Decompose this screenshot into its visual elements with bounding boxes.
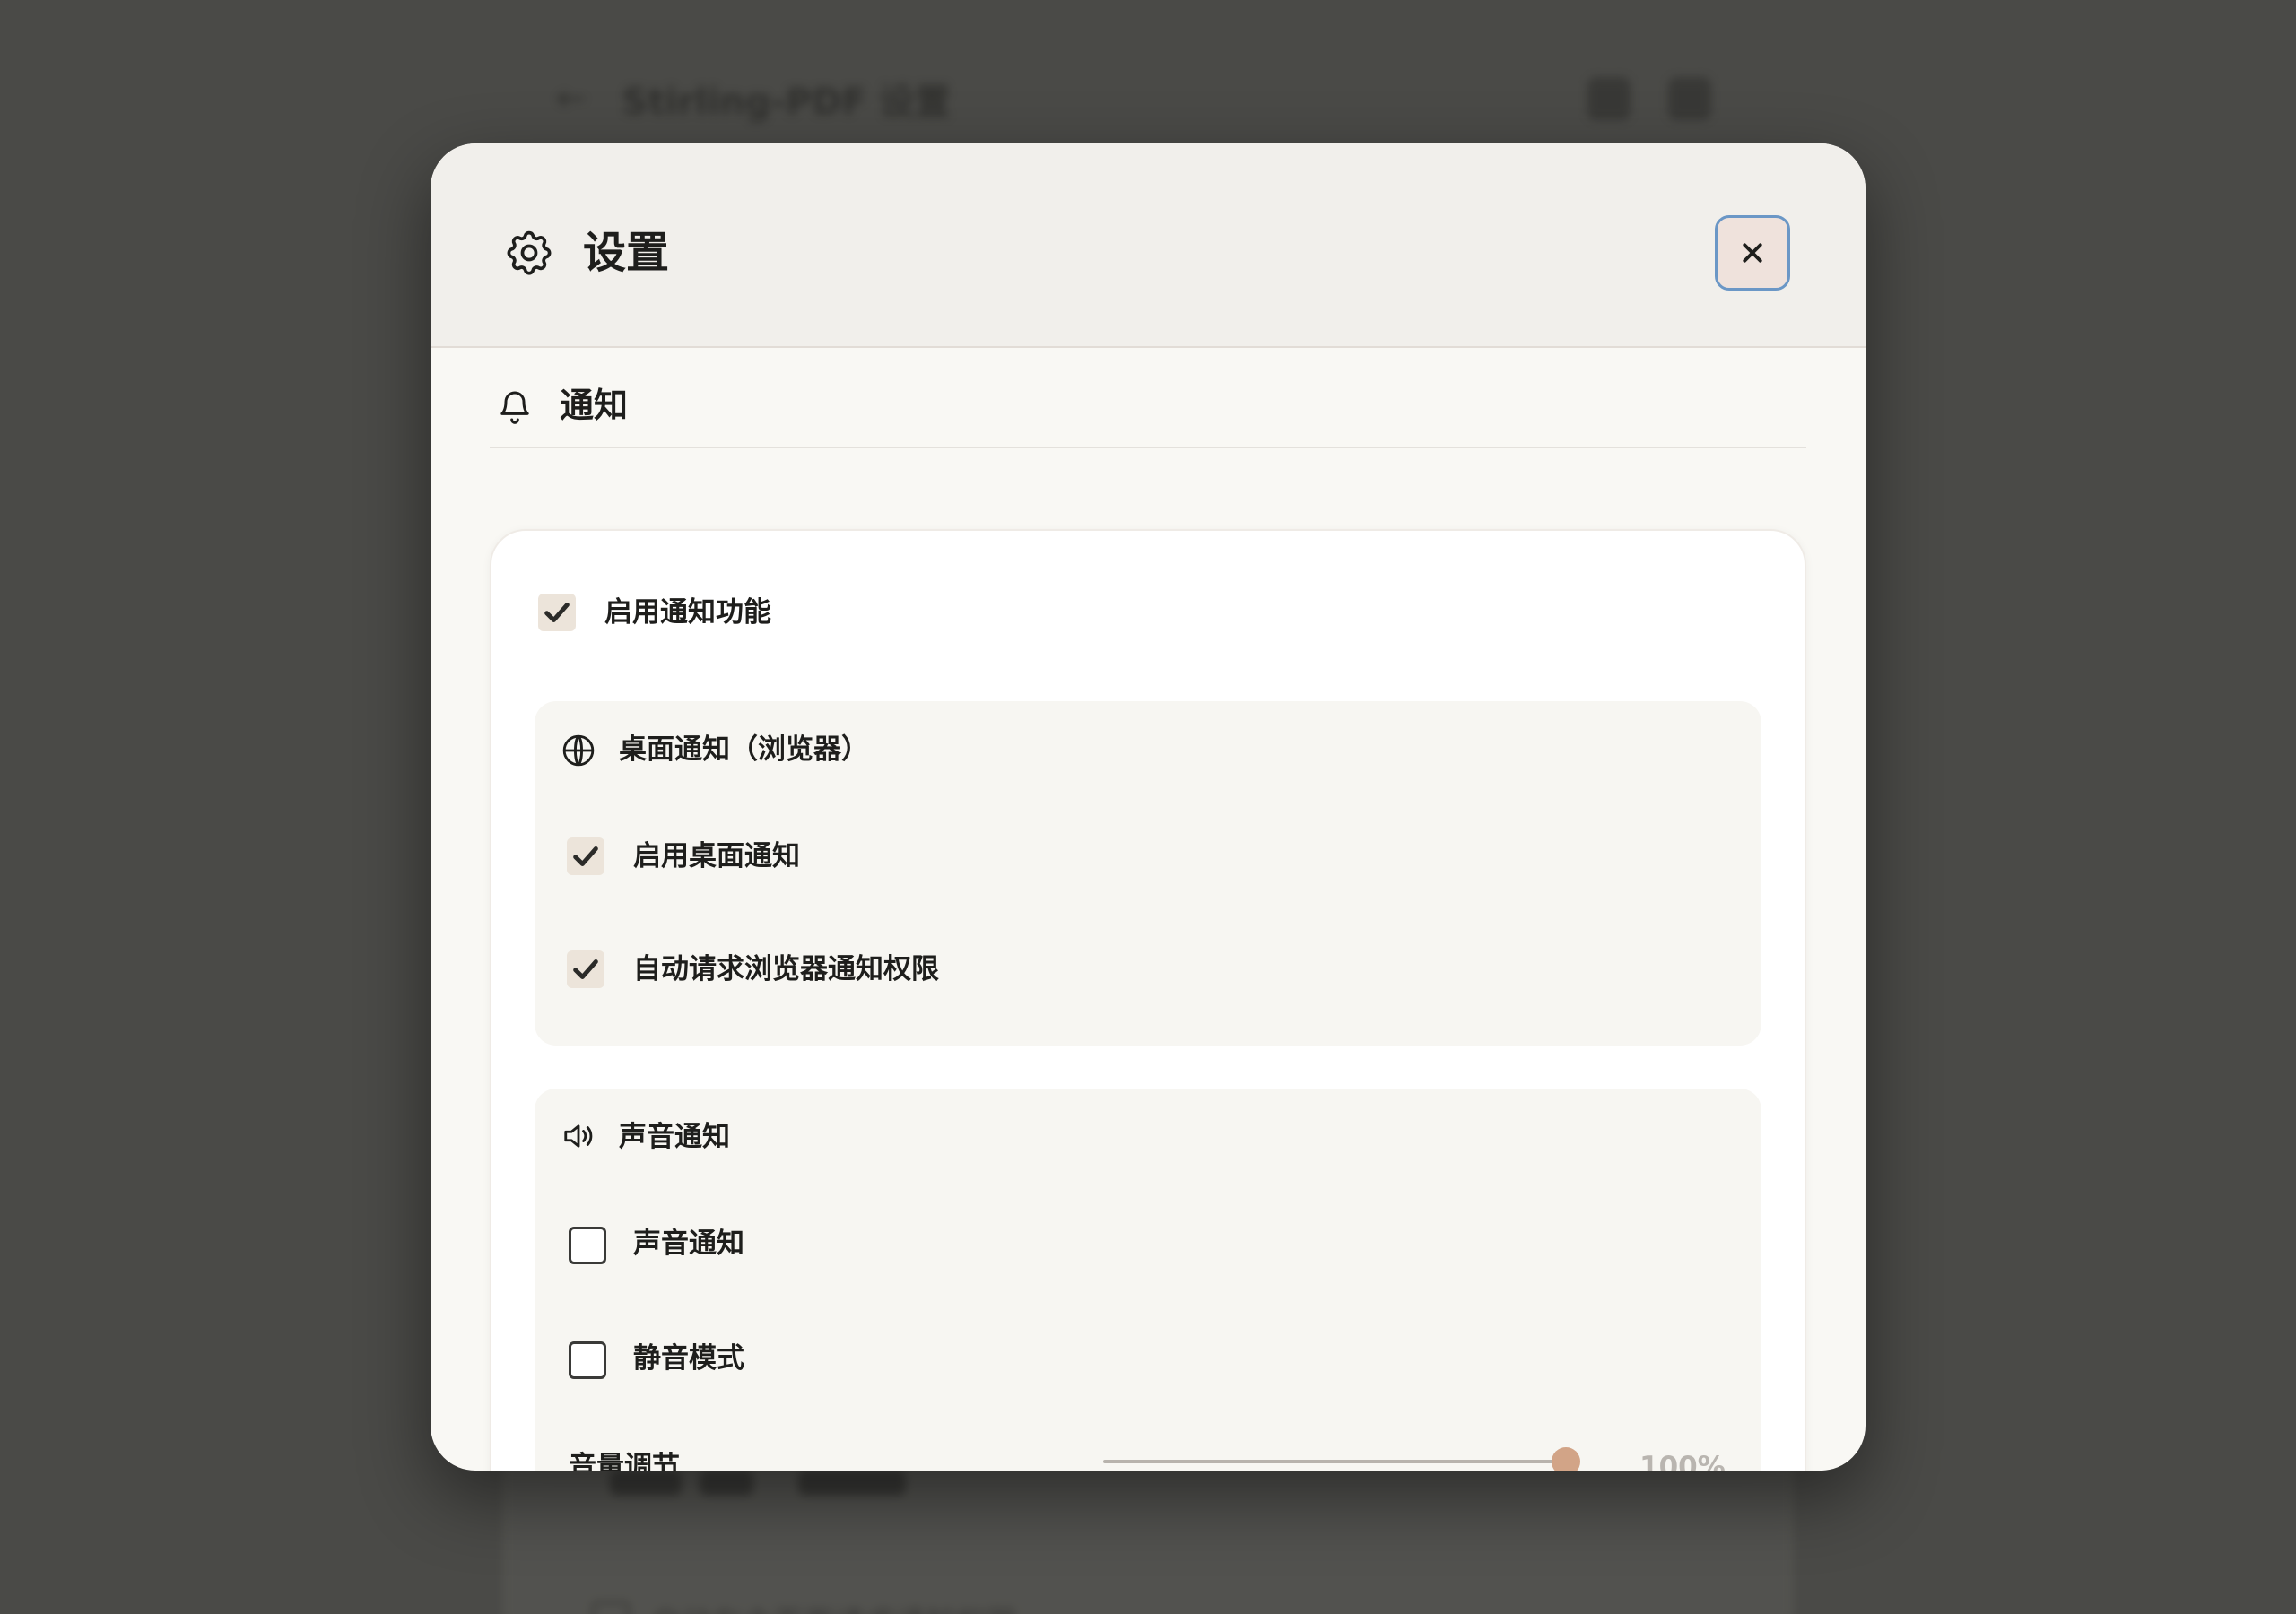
gear-icon	[507, 230, 552, 275]
section-title: 通知	[560, 386, 629, 425]
bell-icon	[500, 391, 529, 424]
volume-slider-thumb[interactable]	[1552, 1447, 1580, 1471]
background-checkbox	[592, 1601, 630, 1614]
sound-notifications-title: 声音通知	[619, 1121, 730, 1153]
notifications-card: 启用通知功能 桌面通知（浏览器） 启用桌面通知 自动请求浏览器通知权限 声音通知	[490, 529, 1806, 1471]
settings-modal: 设置 通知 启用通知功能 桌面通知（浏览器） 启用桌面通知 自动请求浏览器通知权…	[430, 143, 1866, 1471]
volume-label: 音量调节	[569, 1451, 680, 1471]
desktop-notifications-title: 桌面通知（浏览器）	[619, 733, 869, 766]
mute-mode-label: 静音模式	[633, 1342, 744, 1375]
background-panel	[502, 1453, 1794, 1614]
sound-notification-label: 声音通知	[633, 1228, 744, 1260]
background-tab	[798, 1471, 906, 1496]
background-toolbar-icon	[1587, 77, 1631, 120]
check-icon	[544, 603, 570, 622]
modal-header: 设置	[430, 143, 1866, 348]
auto-request-permission-checkbox[interactable]	[567, 950, 604, 988]
volume-slider[interactable]	[1103, 1460, 1566, 1463]
enable-desktop-checkbox[interactable]	[567, 837, 604, 875]
enable-notifications-label: 启用通知功能	[604, 596, 771, 629]
desktop-notifications-panel: 桌面通知（浏览器） 启用桌面通知 自动请求浏览器通知权限	[535, 701, 1761, 1046]
background-toolbar-icon	[1668, 77, 1711, 120]
background-checkbox-label: 自动在主页面请求通知权限	[651, 1598, 1017, 1614]
mute-mode-checkbox[interactable]	[569, 1341, 606, 1379]
close-button[interactable]	[1715, 215, 1790, 291]
enable-desktop-label: 启用桌面通知	[633, 840, 800, 872]
enable-notifications-checkbox[interactable]	[538, 594, 576, 631]
section-heading-notifications: 通知	[490, 384, 1806, 448]
globe-icon	[562, 734, 595, 767]
check-icon	[573, 959, 598, 979]
check-icon	[573, 846, 598, 866]
background-header: ← Stirling-PDF 设置	[502, 63, 1794, 134]
close-icon	[1743, 243, 1762, 263]
speaker-icon	[564, 1124, 593, 1148]
background-checkbox-row: 自动在主页面请求通知权限	[592, 1598, 1017, 1614]
background-tab	[700, 1471, 753, 1496]
background-title: Stirling-PDF 设置	[622, 82, 951, 123]
modal-title: 设置	[583, 228, 670, 278]
sound-notification-checkbox[interactable]	[569, 1227, 606, 1264]
auto-request-permission-label: 自动请求浏览器通知权限	[633, 953, 939, 985]
back-arrow-icon: ←	[556, 78, 587, 119]
volume-value: 100%	[1639, 1451, 1726, 1471]
sound-notifications-panel: 声音通知 声音通知 静音模式 音量调节 100%	[535, 1089, 1761, 1471]
background-tab	[610, 1471, 682, 1496]
